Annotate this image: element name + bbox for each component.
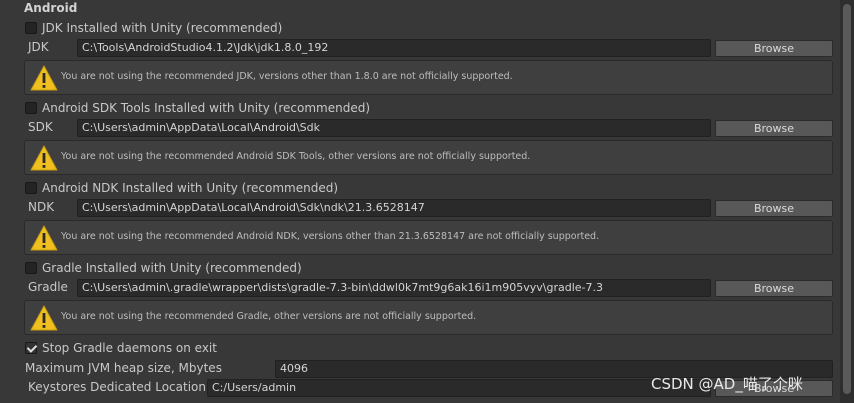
sdk-browse-button[interactable]: Browse	[715, 120, 833, 137]
ndk-field-label: NDK	[28, 200, 55, 214]
sdk-warning-box: You are not using the recommended Androi…	[24, 140, 833, 175]
sdk-field-label: SDK	[28, 120, 53, 134]
jdk-warning-box: You are not using the recommended JDK, v…	[24, 60, 833, 95]
ndk-warning-box: You are not using the recommended Androi…	[24, 220, 833, 255]
gradle-field-label: Gradle	[28, 280, 68, 294]
ndk-installed-label: Android NDK Installed with Unity (recomm…	[42, 181, 339, 195]
section-title: Android	[24, 1, 78, 15]
ndk-browse-button[interactable]: Browse	[715, 200, 833, 217]
sdk-path-field[interactable]: C:\Users\admin\AppData\Local\Android\Sdk	[77, 119, 711, 137]
gradle-installed-checkbox[interactable]	[25, 262, 37, 274]
gradle-installed-label: Gradle Installed with Unity (recommended…	[42, 261, 302, 275]
keystores-label: Keystores Dedicated Location	[28, 380, 206, 394]
jdk-installed-label: JDK Installed with Unity (recommended)	[42, 21, 283, 35]
gradle-browse-button[interactable]: Browse	[715, 280, 833, 297]
scrollbar-thumb[interactable]	[843, 4, 851, 394]
jvm-heap-label: Maximum JVM heap size, Mbytes	[25, 361, 222, 375]
jdk-installed-checkbox[interactable]	[25, 22, 37, 34]
gradle-path-field[interactable]: C:\Users\admin\.gradle\wrapper\dists\gra…	[77, 279, 711, 297]
jdk-warning-text: You are not using the recommended JDK, v…	[61, 71, 513, 82]
ndk-warning-text: You are not using the recommended Androi…	[61, 231, 600, 242]
stop-gradle-label: Stop Gradle daemons on exit	[42, 341, 217, 355]
sdk-installed-label: Android SDK Tools Installed with Unity (…	[42, 101, 371, 115]
warning-icon	[30, 145, 58, 171]
watermark: CSDN @AD_喵了个咪	[651, 375, 803, 393]
sdk-warning-text: You are not using the recommended Androi…	[61, 151, 531, 162]
vertical-scrollbar[interactable]	[840, 0, 854, 403]
warning-icon	[30, 225, 58, 251]
ndk-installed-checkbox[interactable]	[25, 182, 37, 194]
gradle-warning-box: You are not using the recommended Gradle…	[24, 300, 833, 335]
jdk-field-label: JDK	[28, 40, 49, 54]
gradle-warning-text: You are not using the recommended Gradle…	[61, 311, 477, 322]
warning-icon	[30, 305, 58, 331]
jdk-path-field[interactable]: C:\Tools\AndroidStudio4.1.2\Jdk\jdk1.8.0…	[77, 39, 711, 57]
stop-gradle-checkbox[interactable]	[25, 342, 37, 354]
sdk-installed-checkbox[interactable]	[25, 102, 37, 114]
warning-icon	[30, 65, 58, 91]
keystores-field[interactable]: C:/Users/admin	[207, 379, 711, 397]
jdk-browse-button[interactable]: Browse	[715, 40, 833, 57]
ndk-path-field[interactable]: C:\Users\admin\AppData\Local\Android\Sdk…	[77, 199, 711, 217]
